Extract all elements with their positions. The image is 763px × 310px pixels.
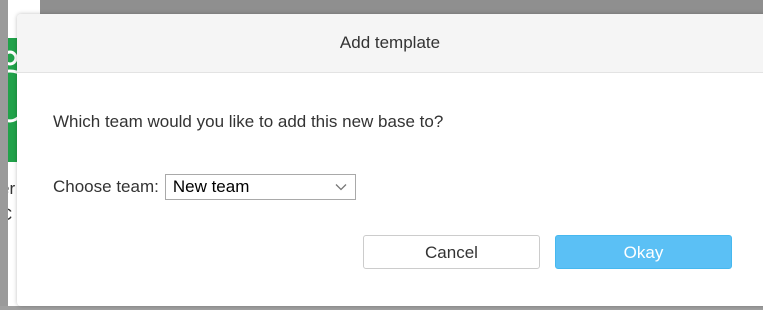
team-select[interactable]: New team [164,174,356,200]
dialog-title: Add template [339,33,441,52]
dialog-header: Add template [17,14,763,73]
okay-button[interactable]: Okay [555,235,732,269]
cancel-button[interactable]: Cancel [363,235,540,269]
team-select-value: New team [172,177,250,196]
chevron-down-icon [335,184,347,191]
dialog-question: Which team would you like to add this ne… [53,112,444,131]
background-overlay-bottom [0,306,763,310]
screen: er C Add template Which team would you l… [0,0,763,310]
background-overlay-edge [0,0,8,310]
add-template-dialog: Add template Which team would you like t… [17,14,763,306]
team-label: Choose team: [53,177,159,196]
team-row: Choose team: New team [53,174,356,200]
